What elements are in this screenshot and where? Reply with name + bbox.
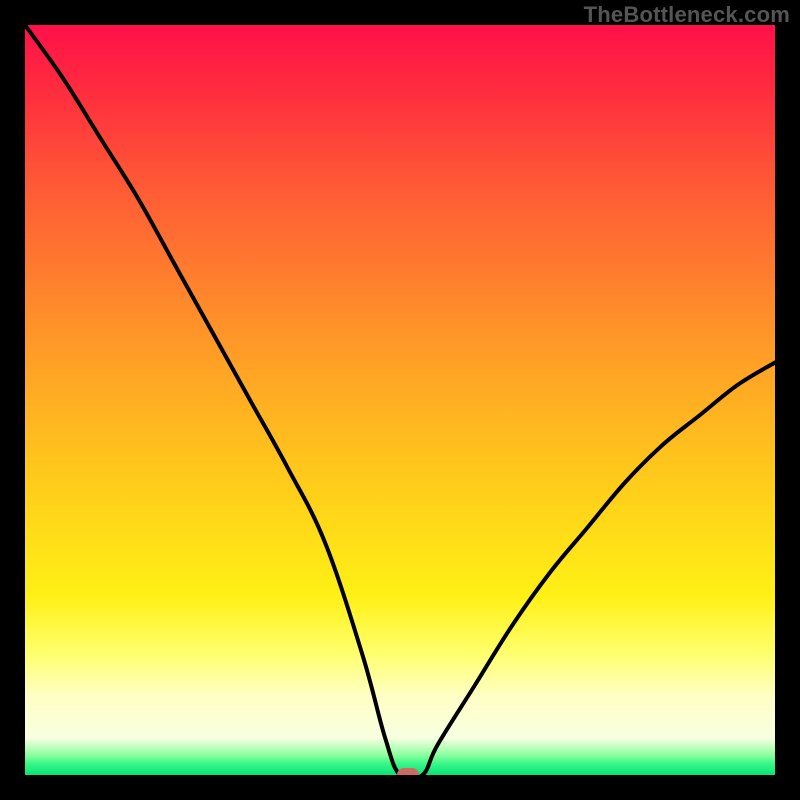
optimal-marker	[397, 768, 419, 775]
plot-area	[25, 25, 775, 775]
attribution-label: TheBottleneck.com	[584, 2, 790, 28]
bottleneck-curve	[25, 25, 775, 775]
chart-frame: TheBottleneck.com	[0, 0, 800, 800]
